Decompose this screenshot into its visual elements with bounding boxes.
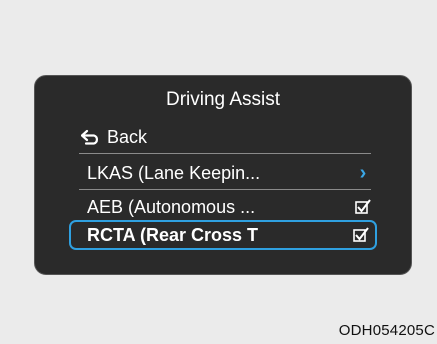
checkbox-checked-icon[interactable] bbox=[353, 227, 369, 243]
menu-item-rcta[interactable]: RCTA (Rear Cross T bbox=[69, 220, 377, 250]
divider bbox=[79, 189, 371, 190]
figure-code: ODH054205C bbox=[338, 322, 435, 339]
back-arrow-icon bbox=[80, 129, 101, 145]
cluster-display: Driving Assist Back LKAS (Lane Keepin...… bbox=[34, 75, 412, 275]
menu-item-aeb[interactable]: AEB (Autonomous ... bbox=[69, 193, 377, 221]
menu-item-label: RCTA (Rear Cross T bbox=[87, 224, 259, 245]
divider bbox=[79, 153, 371, 154]
menu-item-label: AEB (Autonomous ... bbox=[87, 196, 256, 217]
chevron-right-icon: › bbox=[359, 161, 367, 184]
checkbox-checked-icon[interactable] bbox=[355, 199, 371, 215]
menu-title: Driving Assist bbox=[165, 89, 281, 110]
menu-item-label: LKAS (Lane Keepin... bbox=[87, 162, 261, 183]
back-button[interactable]: Back bbox=[69, 123, 377, 151]
menu-item-lkas[interactable]: LKAS (Lane Keepin... › bbox=[69, 159, 377, 187]
back-label: Back bbox=[107, 126, 148, 147]
